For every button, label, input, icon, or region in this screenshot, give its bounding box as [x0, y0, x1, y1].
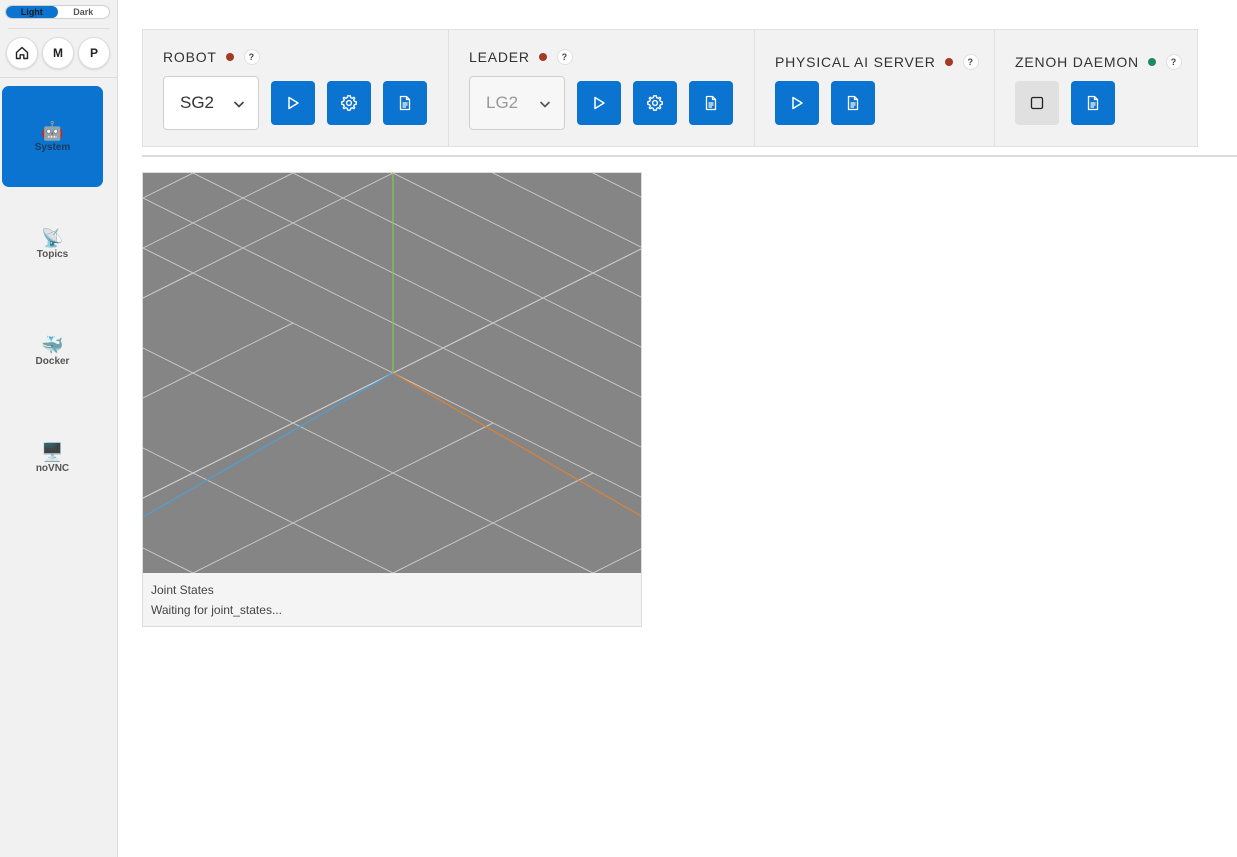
physical-ai-server-title: PHYSICAL AI SERVER	[775, 54, 936, 70]
theme-dark-option[interactable]: Dark	[58, 6, 110, 18]
gear-icon	[647, 95, 663, 111]
play-icon	[594, 96, 605, 110]
zenoh-daemon-stop-button[interactable]	[1015, 81, 1059, 125]
robot-panel: ROBOT ? SG2	[143, 30, 449, 146]
leader-panel-header: LEADER ?	[469, 49, 573, 65]
sidebar-item-system[interactable]: 🤖 System	[2, 86, 103, 187]
m-button[interactable]: M	[42, 37, 74, 69]
section-divider	[142, 155, 1237, 157]
play-icon	[792, 96, 803, 110]
theme-light-option[interactable]: Light	[6, 6, 58, 18]
robot-panel-header: ROBOT ?	[163, 49, 260, 65]
leader-select[interactable]: LG2	[469, 76, 565, 130]
sidebar-item-label: Docker	[35, 355, 70, 367]
leader-settings-button[interactable]	[633, 81, 677, 125]
zenoh-daemon-title: ZENOH DAEMON	[1015, 54, 1139, 70]
zenoh-daemon-status-indicator	[1147, 58, 1156, 66]
whale-icon: 🐳	[41, 334, 64, 355]
leader-status-indicator	[538, 53, 547, 61]
sidebar-item-label: noVNC	[35, 462, 70, 474]
p-button[interactable]: P	[78, 37, 110, 69]
document-icon	[399, 95, 411, 111]
sidebar: Light Dark M P 🤖 System 📡 Topics 🐳 Docke…	[0, 0, 118, 857]
control-panel-row: ROBOT ? SG2 LEADER ? LG2 PHYSICAL AI SER…	[142, 29, 1198, 147]
monitor-icon: 🖥️	[41, 441, 64, 462]
viewer-status: Waiting for joint_states...	[151, 603, 282, 617]
physical-ai-server-panel: PHYSICAL AI SERVER ?	[755, 30, 995, 146]
leader-logs-button[interactable]	[689, 81, 733, 125]
joint-states-viewer: Joint States Waiting for joint_states...	[142, 172, 642, 627]
zenoh-daemon-panel: ZENOH DAEMON ?	[995, 30, 1197, 146]
document-icon	[705, 95, 717, 111]
physical-ai-server-status-indicator	[944, 58, 953, 66]
leader-panel: LEADER ? LG2	[449, 30, 755, 146]
sidebar-item-docker[interactable]: 🐳 Docker	[2, 300, 103, 401]
leader-select-value: LG2	[486, 93, 519, 112]
document-icon	[847, 95, 859, 111]
home-button[interactable]	[6, 37, 38, 69]
robot-select[interactable]: SG2	[163, 76, 259, 130]
sidebar-divider	[0, 77, 118, 78]
sidebar-item-label: Topics	[36, 248, 69, 260]
physical-ai-server-help-button[interactable]: ?	[962, 54, 979, 70]
robot-start-button[interactable]	[271, 81, 315, 125]
robot-help-button[interactable]: ?	[243, 49, 260, 65]
robot-settings-button[interactable]	[327, 81, 371, 125]
physical-ai-server-logs-button[interactable]	[831, 81, 875, 125]
sidebar-item-topics[interactable]: 📡 Topics	[2, 193, 103, 294]
zenoh-daemon-header: ZENOH DAEMON ?	[1015, 54, 1182, 70]
leader-start-button[interactable]	[577, 81, 621, 125]
robot-select-value: SG2	[180, 93, 215, 112]
sidebar-divider	[8, 28, 110, 29]
zenoh-daemon-logs-button[interactable]	[1071, 81, 1115, 125]
sidebar-item-label: System	[34, 141, 71, 153]
leader-help-button[interactable]: ?	[556, 49, 573, 65]
physical-ai-server-start-button[interactable]	[775, 81, 819, 125]
satellite-icon: 📡	[41, 227, 64, 248]
gear-icon	[341, 95, 357, 111]
theme-toggle[interactable]: Light Dark	[5, 5, 110, 19]
chevron-down-icon	[539, 101, 551, 108]
robot-status-indicator	[225, 53, 234, 61]
viewer-title: Joint States	[151, 583, 214, 597]
document-icon	[1087, 95, 1099, 111]
chevron-down-icon	[233, 101, 245, 108]
home-icon	[15, 46, 29, 60]
play-icon	[288, 96, 299, 110]
leader-panel-title: LEADER	[469, 49, 530, 65]
physical-ai-server-header: PHYSICAL AI SERVER ?	[775, 54, 979, 70]
robot-logs-button[interactable]	[383, 81, 427, 125]
stop-icon	[1030, 96, 1044, 110]
robot-panel-title: ROBOT	[163, 49, 217, 65]
sidebar-item-novnc[interactable]: 🖥️ noVNC	[2, 407, 103, 508]
robot-icon: 🤖	[41, 120, 64, 141]
3d-viewport-canvas[interactable]	[143, 173, 641, 573]
zenoh-daemon-help-button[interactable]: ?	[1165, 54, 1182, 70]
